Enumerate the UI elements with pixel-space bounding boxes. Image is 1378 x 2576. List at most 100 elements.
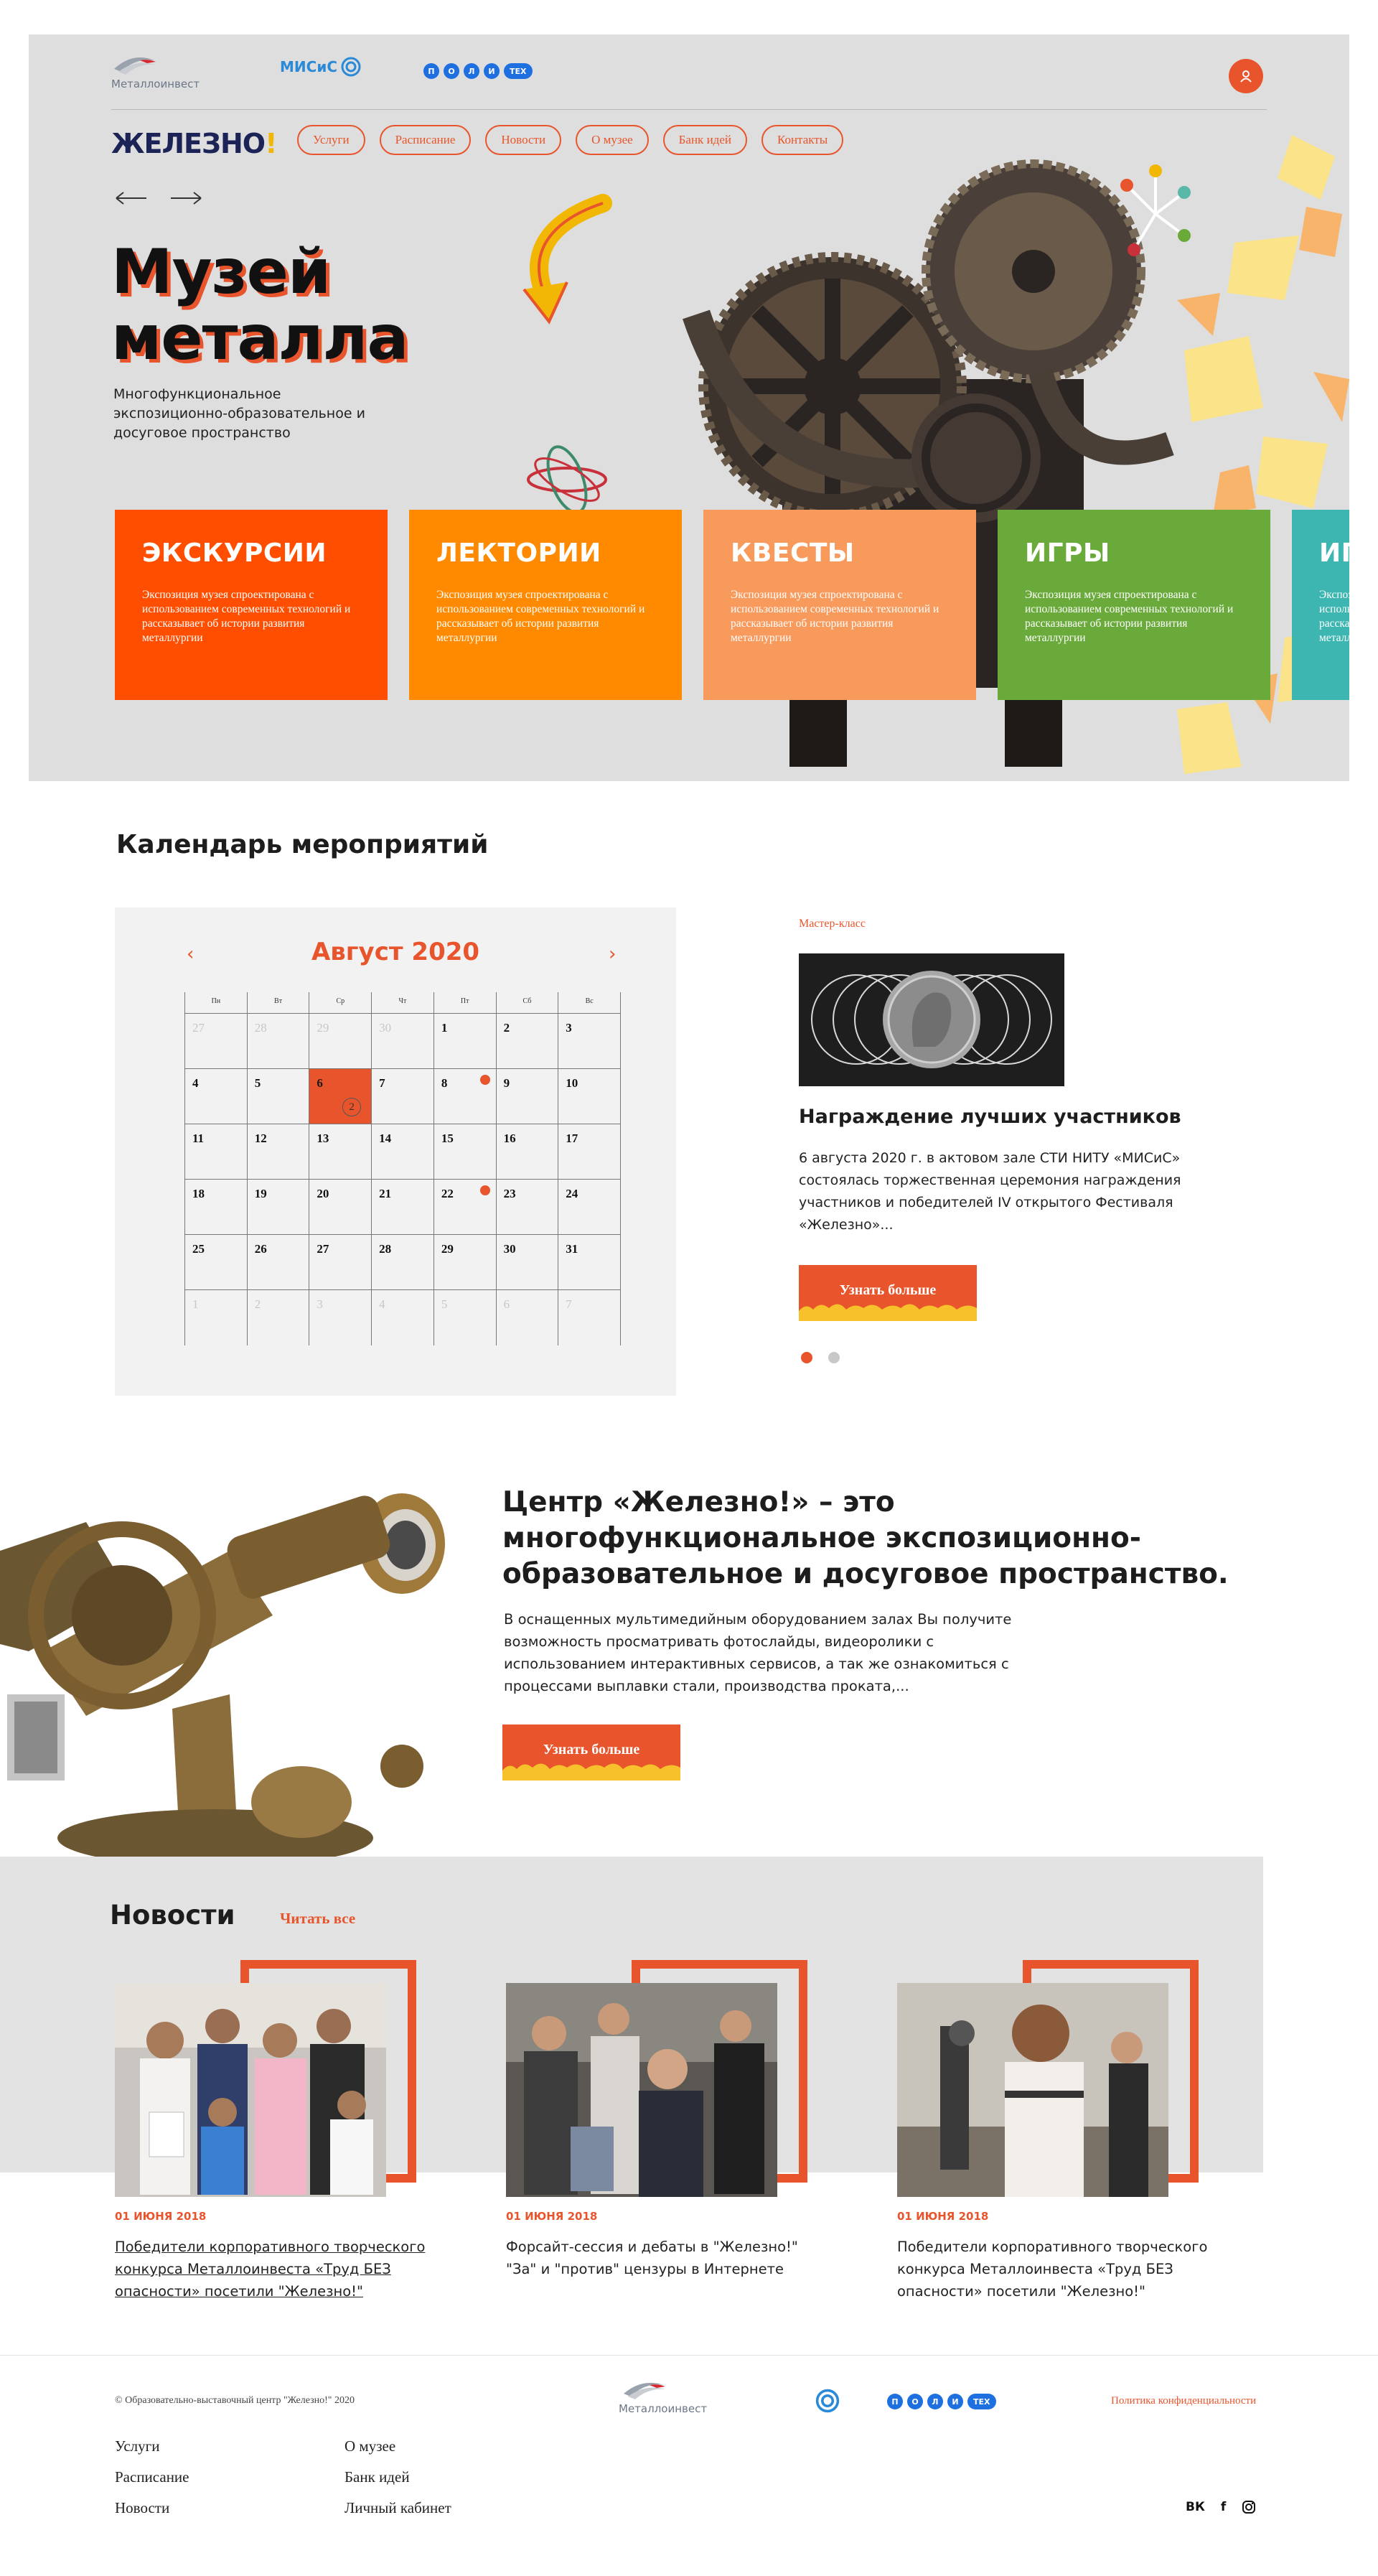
news-read-all-link[interactable]: Читать все	[280, 1910, 355, 1928]
footer-link-services[interactable]: Услуги	[115, 2437, 189, 2455]
calendar-day-number: 21	[379, 1187, 392, 1200]
calendar-day-number: 30	[379, 1021, 392, 1035]
calendar-day-number: 6	[503, 1297, 510, 1311]
calendar-day[interactable]: 19	[247, 1180, 310, 1235]
metalloinvest-logo[interactable]: Металлоинвест	[111, 50, 200, 90]
nav-about[interactable]: О музее	[576, 125, 649, 155]
event-tag: Мастер-класс	[799, 918, 866, 930]
news-headline[interactable]: Победители корпоративного творческого ко…	[897, 2236, 1213, 2302]
card-excursions[interactable]: ЭКСКУРСИИ Экспозиция музея спроектирован…	[115, 510, 388, 700]
calendar-day[interactable]: 29	[433, 1235, 497, 1290]
user-account-button[interactable]	[1229, 59, 1263, 93]
footer-link-ideas-bank[interactable]: Банк идей	[344, 2468, 451, 2486]
calendar-day[interactable]: 25	[185, 1235, 248, 1290]
privacy-policy-link[interactable]: Политика конфиденциальности	[1111, 2395, 1256, 2407]
news-photo[interactable]	[115, 1983, 386, 2197]
event-more-button[interactable]: Узнать больше	[799, 1265, 977, 1321]
calendar-day[interactable]: 10	[558, 1069, 621, 1124]
card-games-2[interactable]: ИГРЫ Экспозиция музея спроектирована с и…	[1292, 510, 1349, 700]
calendar-day[interactable]: 27	[309, 1235, 372, 1290]
calendar-day[interactable]: 17	[558, 1124, 621, 1180]
nav-services[interactable]: Услуги	[297, 125, 365, 155]
news-photo[interactable]	[897, 1983, 1168, 2197]
card-text: Экспозиция музея спроектирована с исполь…	[1025, 589, 1234, 644]
calendar-day[interactable]: 7	[372, 1069, 434, 1124]
footer-metalloinvest-logo[interactable]: Металлоинвест	[619, 2376, 707, 2415]
weekday-header-row: Пн Вт Ср Чт Пт Сб Вс	[184, 992, 621, 1014]
calendar-day[interactable]: 1	[433, 1014, 497, 1069]
politeh-logo[interactable]: П О Л И ТЕХ	[423, 63, 533, 79]
event-title[interactable]: Награждение лучших участников	[799, 1106, 1181, 1128]
calendar-day[interactable]: 11	[185, 1124, 248, 1180]
nav-news[interactable]: Новости	[485, 125, 562, 155]
footer-copyright: © Образовательно-выставочный центр "Желе…	[115, 2395, 355, 2406]
news-headline[interactable]: Форсайт-сессия и дебаты в "Железно!" "За…	[506, 2236, 822, 2280]
calendar-day[interactable]: 21	[372, 1180, 434, 1235]
footer-politeh-logo[interactable]: П О Л И ТЕХ	[887, 2394, 996, 2409]
brand-logo[interactable]: ЖЕЛЕЗНО!	[111, 128, 277, 159]
calendar-day-number: 29	[317, 1021, 329, 1035]
misis-logo[interactable]: МИСиС	[280, 56, 362, 78]
calendar-day[interactable]: 8	[433, 1069, 497, 1124]
calendar-day-number: 13	[317, 1131, 329, 1145]
calendar-day[interactable]: 30	[496, 1235, 559, 1290]
calendar-day[interactable]: 3	[558, 1014, 621, 1069]
calendar-day[interactable]: 23	[496, 1180, 559, 1235]
about-more-button[interactable]: Узнать больше	[502, 1725, 680, 1781]
calendar-day[interactable]: 20	[309, 1180, 372, 1235]
card-lectures[interactable]: ЛЕКТОРИИ Экспозиция музея спроектирована…	[409, 510, 682, 700]
instagram-icon[interactable]	[1242, 2500, 1256, 2514]
event-image[interactable]	[799, 953, 1064, 1086]
calendar-day[interactable]: 12	[247, 1124, 310, 1180]
footer-link-news[interactable]: Новости	[115, 2499, 189, 2517]
footer-link-account[interactable]: Личный кабинет	[344, 2499, 451, 2517]
calendar-day[interactable]: 28	[372, 1235, 434, 1290]
calendar-day[interactable]: 16	[496, 1124, 559, 1180]
calendar-day[interactable]: 27	[185, 1014, 248, 1069]
calendar-day[interactable]: 3	[309, 1290, 372, 1345]
facebook-icon[interactable]: f	[1221, 2500, 1226, 2514]
arrow-right-icon[interactable]	[169, 191, 202, 205]
calendar-day[interactable]: 2	[496, 1014, 559, 1069]
calendar-day[interactable]: 6	[497, 1290, 559, 1345]
calendar-day[interactable]: 5	[434, 1290, 497, 1345]
news-headline[interactable]: Победители корпоративного творческого ко…	[115, 2236, 431, 2302]
calendar-day[interactable]: 5	[247, 1069, 310, 1124]
calendar-day[interactable]: 1	[185, 1290, 248, 1345]
slider-dot[interactable]	[828, 1352, 840, 1363]
calendar-day[interactable]: 29	[309, 1014, 372, 1069]
calendar-day[interactable]: 4	[372, 1290, 434, 1345]
footer-link-schedule[interactable]: Расписание	[115, 2468, 189, 2486]
calendar-day[interactable]: 22	[433, 1180, 497, 1235]
calendar-day[interactable]: 4	[185, 1069, 248, 1124]
nav-schedule[interactable]: Расписание	[379, 125, 472, 155]
news-photo-debate	[506, 1983, 777, 2197]
theodolite-image	[0, 1493, 445, 1858]
calendar-day[interactable]: 30	[372, 1014, 434, 1069]
card-quests[interactable]: КВЕСТЫ Экспозиция музея спроектирована с…	[703, 510, 976, 700]
calendar-day[interactable]: 31	[558, 1235, 621, 1290]
card-games[interactable]: ИГРЫ Экспозиция музея спроектирована с и…	[998, 510, 1270, 700]
card-text: Экспозиция музея спроектирована с исполь…	[731, 589, 939, 644]
calendar-day[interactable]: 24	[558, 1180, 621, 1235]
news-photo[interactable]	[506, 1983, 777, 2197]
calendar-day[interactable]: 9	[496, 1069, 559, 1124]
calendar-day[interactable]: 62	[309, 1069, 372, 1124]
calendar-day[interactable]: 7	[558, 1290, 621, 1345]
calendar-day[interactable]: 2	[248, 1290, 310, 1345]
hero-section: Металлоинвест МИСиС П О Л И ТЕХ ЖЕЛЕЗНО!…	[29, 34, 1349, 781]
calendar-day[interactable]: 26	[247, 1235, 310, 1290]
slider-dot-active[interactable]	[801, 1352, 812, 1363]
weekday-label: Вс	[558, 992, 621, 1014]
calendar-day[interactable]: 14	[372, 1124, 434, 1180]
calendar-day[interactable]: 13	[309, 1124, 372, 1180]
arrow-left-icon[interactable]	[115, 191, 148, 205]
footer-misis-icon[interactable]	[815, 2388, 840, 2414]
calendar-day[interactable]: 15	[433, 1124, 497, 1180]
calendar-day[interactable]: 28	[247, 1014, 310, 1069]
footer-link-about[interactable]: О музее	[344, 2437, 451, 2455]
calendar-day[interactable]: 18	[185, 1180, 248, 1235]
calendar-next-button[interactable]: ›	[609, 943, 616, 965]
hero-title-line2: металла	[111, 302, 409, 374]
vk-icon[interactable]: ВК	[1186, 2500, 1205, 2514]
